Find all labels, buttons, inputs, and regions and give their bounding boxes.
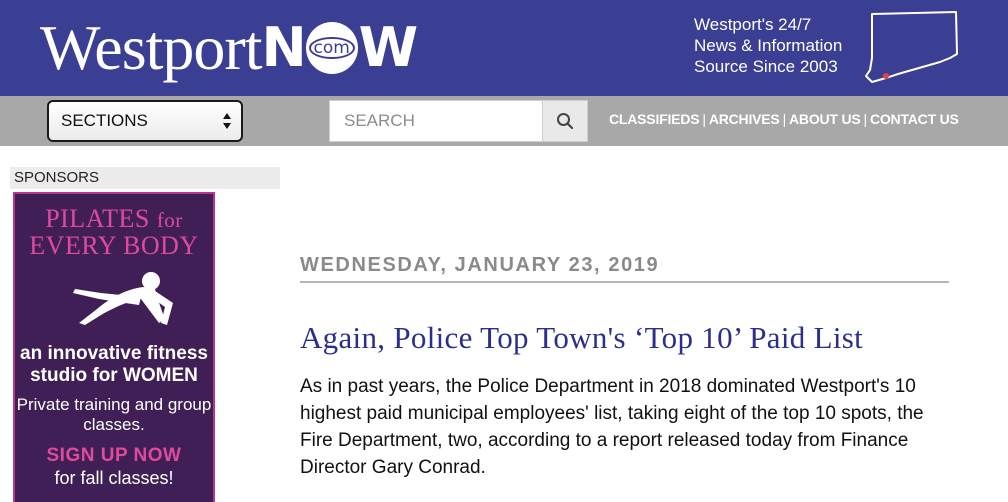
sections-dropdown[interactable]: SECTIONS — [47, 100, 243, 142]
site-logo[interactable]: Westport N com W — [40, 8, 419, 88]
contact-us-link[interactable]: CONTACT US — [870, 111, 959, 127]
archives-link[interactable]: ARCHIVES — [709, 111, 780, 127]
connecticut-map-icon — [865, 11, 958, 83]
ad-description: Private training and group classes. — [16, 395, 212, 434]
tagline-line: News & Information — [694, 36, 843, 55]
sponsors-heading: SPONSORS — [10, 167, 280, 189]
sections-label: SECTIONS — [61, 111, 148, 130]
classifieds-link[interactable]: CLASSIFIEDS — [609, 111, 700, 127]
logo-now-text: N com W — [261, 16, 419, 79]
ad-signup-cta: SIGN UP NOW — [46, 445, 182, 466]
logo-com-badge: com — [305, 22, 358, 74]
logo-n-letter: N — [261, 16, 306, 79]
pilates-figure-image — [15, 267, 213, 337]
article-headline[interactable]: Again, Police Top Town's ‘Top 10’ Paid L… — [300, 320, 863, 356]
ad-title-for: for — [156, 208, 183, 232]
search-input[interactable]: SEARCH — [329, 100, 542, 142]
tagline-line: Westport's 24/7 — [694, 15, 812, 34]
pilates-sponsor-ad[interactable]: PILATES for EVERY BODY an innovative fit… — [13, 192, 215, 502]
site-header: Westport N com W Westport's 24/7 News & … — [0, 0, 1008, 96]
tagline-line: Source Since 2003 — [694, 57, 838, 76]
link-separator: | — [702, 111, 706, 127]
about-us-link[interactable]: ABOUT US — [789, 111, 861, 127]
ad-title: PILATES for EVERY BODY — [15, 206, 213, 259]
ad-title-every-body: EVERY BODY — [29, 231, 199, 260]
article-body: As in past years, the Police Department … — [300, 376, 924, 478]
search-button[interactable] — [542, 100, 588, 142]
ad-title-pilates: PILATES — [45, 204, 150, 233]
article-date: WEDNESDAY, JANUARY 23, 2019 — [300, 254, 949, 283]
logo-com-text: com — [308, 36, 355, 60]
pilates-pose-illustration — [73, 272, 173, 325]
ad-tagline: an innovative fitness studio for WOMEN — [20, 343, 208, 386]
updown-chevron-icon — [223, 113, 231, 129]
link-separator: | — [782, 111, 787, 127]
site-tagline: Westport's 24/7 News & Information Sourc… — [694, 14, 842, 77]
link-separator: | — [863, 111, 868, 127]
top-links: CLASSIFIEDS | ARCHIVES | ABOUT US | CONTACT US — [609, 111, 959, 127]
logo-w-letter: W — [358, 16, 419, 79]
nav-bar: SECTIONS SEARCH CLASSIFIEDS | ARCHIVES | ABO… — [0, 96, 1008, 146]
search-icon — [557, 113, 574, 130]
ad-signup-subtext: for fall classes! — [54, 468, 174, 488]
logo-westport-text: Westport — [40, 12, 262, 83]
